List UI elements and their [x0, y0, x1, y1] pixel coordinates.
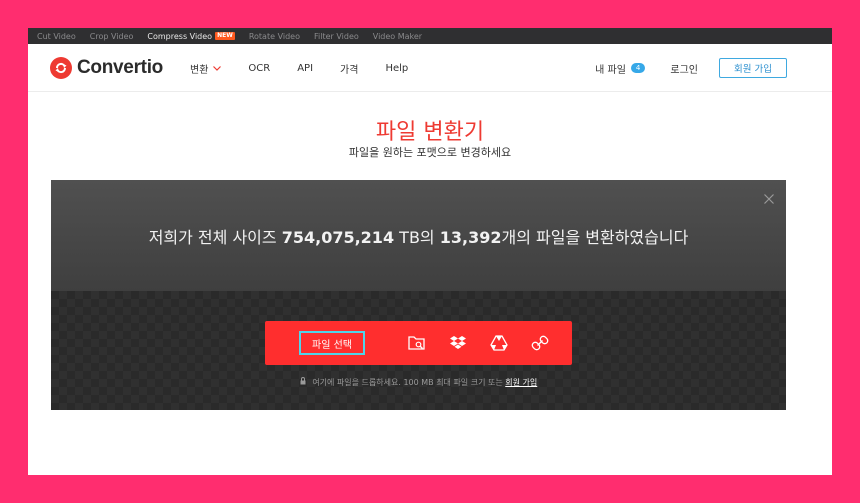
nav-item-convert-label: 변환	[190, 64, 209, 76]
convertio-logo-icon	[50, 57, 72, 79]
my-files-label: 내 파일	[595, 64, 626, 76]
upload-panel: 저희가 전체 사이즈 754,075,214 TB의 13,392개의 파일을 …	[51, 180, 786, 410]
upload-bar: 파일 선택	[265, 321, 572, 365]
page-title: 파일 변환기	[375, 120, 485, 145]
convertio-logo[interactable]: Convertio	[50, 57, 163, 79]
nav-account-area: 내 파일 4 로그인 회원 가입	[595, 44, 787, 92]
choose-file-button[interactable]: 파일 선택	[299, 331, 365, 355]
toolstrip-link-compress-video[interactable]: Compress Video NEW	[147, 31, 235, 41]
login-link[interactable]: 로그인	[670, 61, 698, 76]
nav-item-pricing[interactable]: 가격	[340, 61, 358, 76]
my-files-link[interactable]: 내 파일 4	[595, 61, 646, 76]
main-navbar: Convertio 변환 OCR API 가격 Help 내 파일 4 로그인 …	[28, 44, 832, 92]
video-tools-strip: Cut Video Crop Video Compress Video NEW R…	[28, 28, 832, 44]
nav-item-api[interactable]: API	[297, 63, 313, 74]
my-files-count-badge: 4	[630, 63, 646, 73]
nav-item-ocr[interactable]: OCR	[248, 63, 270, 74]
stats-banner: 저희가 전체 사이즈 754,075,214 TB의 13,392개의 파일을 …	[51, 180, 786, 291]
nav-menu: 변환 OCR API 가격 Help	[190, 44, 435, 92]
toolstrip-compress-label: Compress Video	[147, 31, 213, 41]
toolstrip-link-rotate-video[interactable]: Rotate Video	[249, 32, 300, 41]
logo-text: Convertio	[77, 57, 163, 78]
toolstrip-link-crop-video[interactable]: Crop Video	[90, 32, 134, 41]
drop-hint-text: 여기에 파일을 드롭하세요. 100 MB 최대 파일 크기 또는	[312, 378, 506, 387]
new-badge: NEW	[215, 32, 235, 40]
google-drive-icon[interactable]	[489, 333, 509, 353]
chevron-down-icon	[213, 63, 222, 74]
stats-suffix: 개의 파일을 변환하였습니다	[501, 228, 689, 247]
toolstrip-link-video-maker[interactable]: Video Maker	[373, 32, 422, 41]
drop-hint: 여기에 파일을 드롭하세요. 100 MB 최대 파일 크기 또는 회원 가입	[51, 377, 786, 388]
lock-icon	[300, 377, 309, 387]
close-icon[interactable]	[763, 190, 775, 204]
dropbox-icon[interactable]	[448, 333, 468, 353]
stats-file-count: 13,392	[439, 228, 502, 247]
browser-window: Cut Video Crop Video Compress Video NEW R…	[28, 28, 832, 475]
stats-size-unit: TB의	[394, 228, 440, 247]
drop-zone[interactable]: 파일 선택 여기에 파일을 드롭하세요. 100 MB 최대 파일 크기 또는 …	[51, 291, 786, 410]
drop-hint-signup-link[interactable]: 회원 가입	[505, 378, 537, 387]
conversion-stats: 저희가 전체 사이즈 754,075,214 TB의 13,392개의 파일을 …	[51, 224, 786, 248]
nav-item-convert[interactable]: 변환	[190, 61, 222, 76]
toolstrip-link-filter-video[interactable]: Filter Video	[314, 32, 359, 41]
folder-search-icon[interactable]	[407, 333, 427, 353]
url-link-icon[interactable]	[530, 333, 550, 353]
stats-prefix: 저희가 전체 사이즈	[148, 228, 282, 247]
toolstrip-link-cut-video[interactable]: Cut Video	[37, 32, 76, 41]
signup-button[interactable]: 회원 가입	[719, 58, 787, 78]
page-subtitle: 파일을 원하는 포맷으로 변경하세요	[348, 146, 512, 159]
stats-size-value: 754,075,214	[281, 228, 395, 247]
nav-item-help[interactable]: Help	[385, 63, 408, 74]
